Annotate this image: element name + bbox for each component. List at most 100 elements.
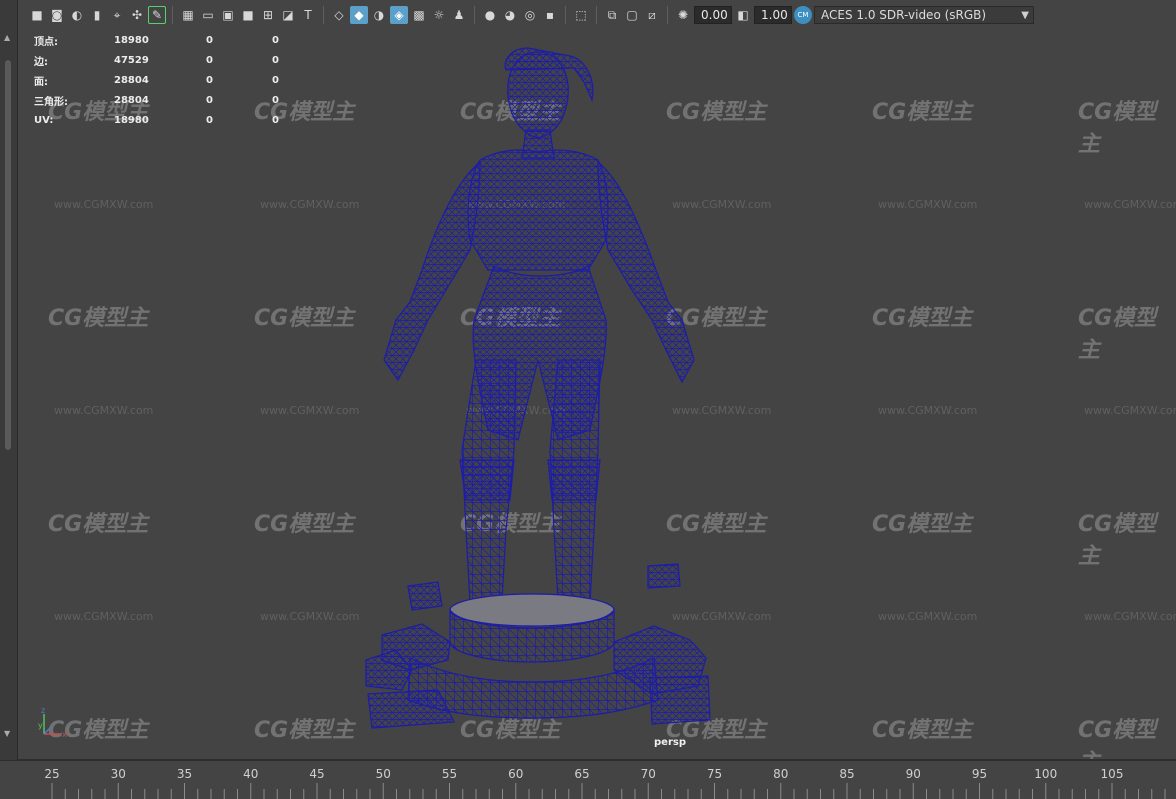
default-material-icon[interactable]: ◑ — [370, 6, 388, 24]
perspective-viewport[interactable]: CG模型主 CG模型主 CG模型主 CG模型主 CG模型主 CG模型主 CG模型主 CG模型主… — [18, 30, 1176, 760]
timeline-tick-label: 90 — [906, 767, 921, 781]
motion-blur-icon[interactable]: ◕ — [501, 6, 519, 24]
timeline-tick-label: 100 — [1034, 767, 1057, 781]
safe-title-icon[interactable]: T — [299, 6, 317, 24]
hud-value: 0 — [272, 34, 279, 46]
hud-value: 0 — [272, 54, 279, 66]
hud-row: 边: 47529 0 0 — [34, 50, 302, 70]
character-wireframe-model[interactable] — [18, 30, 1176, 760]
hud-value: 0 — [272, 74, 279, 86]
character-body — [383, 47, 695, 603]
timeline-tick-label: 70 — [641, 767, 656, 781]
timeline-tick-label: 50 — [376, 767, 391, 781]
timeline-tick-label: 30 — [111, 767, 126, 781]
timeline-tick-label: 55 — [442, 767, 457, 781]
toolbar-separator — [323, 6, 324, 24]
wireframe-on-shaded-icon[interactable]: ◈ — [390, 6, 408, 24]
resolution-gate-icon[interactable]: ▣ — [219, 6, 237, 24]
exposure-field[interactable]: 0.00 — [694, 6, 732, 24]
grid-icon[interactable]: ▦ — [179, 6, 197, 24]
field-chart-icon[interactable]: ⊞ — [259, 6, 277, 24]
timeline-tick-label: 65 — [574, 767, 589, 781]
axis-z-line — [43, 727, 51, 735]
scroll-thumb[interactable] — [5, 60, 11, 450]
toolbar-separator — [474, 6, 475, 24]
hud-value: 18980 — [114, 34, 149, 46]
hud-value: 0 — [272, 94, 279, 106]
bookmark-icon[interactable]: ▮ — [88, 6, 106, 24]
image-plane-icon[interactable]: ⌖ — [108, 6, 126, 24]
toolbar-separator — [565, 6, 566, 24]
hud-value: 28804 — [114, 94, 149, 106]
depth-of-field-icon[interactable]: ▪ — [541, 6, 559, 24]
timeline-tick-label: 40 — [243, 767, 258, 781]
timeline-tick-label: 45 — [309, 767, 324, 781]
toolbar-separator — [667, 6, 668, 24]
film-gate-icon[interactable]: ▭ — [199, 6, 217, 24]
ambient-occlusion-icon[interactable]: ● — [481, 6, 499, 24]
hud-value: 0 — [206, 34, 213, 46]
hud-value: 0 — [272, 114, 279, 126]
xray-joints-icon[interactable]: ▢ — [623, 6, 641, 24]
time-slider[interactable]: 25 30 35 40 45 50 55 60 65 70 75 80 85 90 95 100 105 — [0, 760, 1176, 799]
hud-row: UV: 18980 0 0 — [34, 110, 302, 130]
toolbar-separator — [172, 6, 173, 24]
toolbar-separator — [596, 6, 597, 24]
scroll-down-arrow-icon[interactable]: ▼ — [4, 730, 10, 738]
safe-action-icon[interactable]: ◪ — [279, 6, 297, 24]
hud-value: 0 — [206, 114, 213, 126]
base-pedestal — [365, 563, 711, 729]
hud-value: 0 — [206, 94, 213, 106]
timeline-tick-label: 105 — [1101, 767, 1124, 781]
isolate-select-icon[interactable]: ⬚ — [572, 6, 590, 24]
chevron-down-icon[interactable]: ▼ — [1021, 10, 1029, 21]
xray-components-icon[interactable]: ⧄ — [643, 6, 661, 24]
hud-value: 18980 — [114, 114, 149, 126]
viewport-panel-toolbar: ■ ◙ ◐ ▮ ⌖ ✣ ✎ ▦ ▭ ▣ ■ ⊞ ◪ T ◇ ◆ ◑ ◈ ▩ ☼ … — [18, 0, 1176, 30]
poly-count-hud: 顶点: 18980 0 0 边: 47529 0 0 面: 28804 0 0 三角形: 28804 0 0 U… — [34, 30, 302, 130]
viewport-side-scrollbar[interactable]: ▲ ▼ — [0, 0, 18, 760]
wireframe-icon[interactable]: ◇ — [330, 6, 348, 24]
select-camera-icon[interactable]: ■ — [28, 6, 46, 24]
timeline-tick-label: 95 — [972, 767, 987, 781]
camera-bookmark-icon[interactable]: ◐ — [68, 6, 86, 24]
hud-value: 28804 — [114, 74, 149, 86]
color-management-icon[interactable]: CM — [794, 6, 812, 24]
axis-z-label: z — [41, 706, 45, 715]
timeline-tick-label: 75 — [707, 767, 722, 781]
hud-label: UV: — [34, 114, 54, 126]
hud-row: 顶点: 18980 0 0 — [34, 30, 302, 50]
camera-name-label: persp — [654, 737, 686, 748]
view-transform-value: ACES 1.0 SDR-video (sRGB) — [821, 8, 987, 22]
smooth-shade-icon[interactable]: ◆ — [350, 6, 368, 24]
gate-mask-icon[interactable]: ■ — [239, 6, 257, 24]
xray-icon[interactable]: ⧉ — [603, 6, 621, 24]
exposure-icon[interactable]: ✺ — [674, 6, 692, 24]
hud-value: 47529 — [114, 54, 149, 66]
hud-row: 面: 28804 0 0 — [34, 70, 302, 90]
view-transform-select[interactable]: ACES 1.0 SDR-video (sRGB) ▼ — [814, 6, 1034, 24]
2d-pan-zoom-icon[interactable]: ✣ — [128, 6, 146, 24]
shadows-icon[interactable]: ♟ — [450, 6, 468, 24]
timeline-tick-label: 60 — [508, 767, 523, 781]
timeline-tick-label: 25 — [44, 767, 59, 781]
lights-icon[interactable]: ☼ — [430, 6, 448, 24]
gamma-field[interactable]: 1.00 — [754, 6, 792, 24]
view-axis-gizmo: z y x — [38, 706, 67, 739]
hud-value: 0 — [206, 74, 213, 86]
axis-y-label: y — [38, 721, 43, 730]
gamma-icon[interactable]: ◧ — [734, 6, 752, 24]
grease-pencil-icon[interactable]: ✎ — [148, 6, 166, 24]
hud-row: 三角形: 28804 0 0 — [34, 90, 302, 110]
axis-x-label: x — [62, 730, 67, 739]
scroll-up-arrow-icon[interactable]: ▲ — [4, 34, 10, 42]
textured-icon[interactable]: ▩ — [410, 6, 428, 24]
hud-label: 顶点: — [34, 36, 58, 48]
hud-label: 三角形: — [34, 96, 68, 108]
time-slider-ruler[interactable]: 25 30 35 40 45 50 55 60 65 70 75 80 85 90 95 100 105 — [0, 761, 1176, 799]
timeline-tick-label: 35 — [177, 767, 192, 781]
anti-alias-icon[interactable]: ◎ — [521, 6, 539, 24]
hud-label: 边: — [34, 56, 48, 68]
timeline-tick-label: 80 — [773, 767, 788, 781]
camera-attribute-icon[interactable]: ◙ — [48, 6, 66, 24]
